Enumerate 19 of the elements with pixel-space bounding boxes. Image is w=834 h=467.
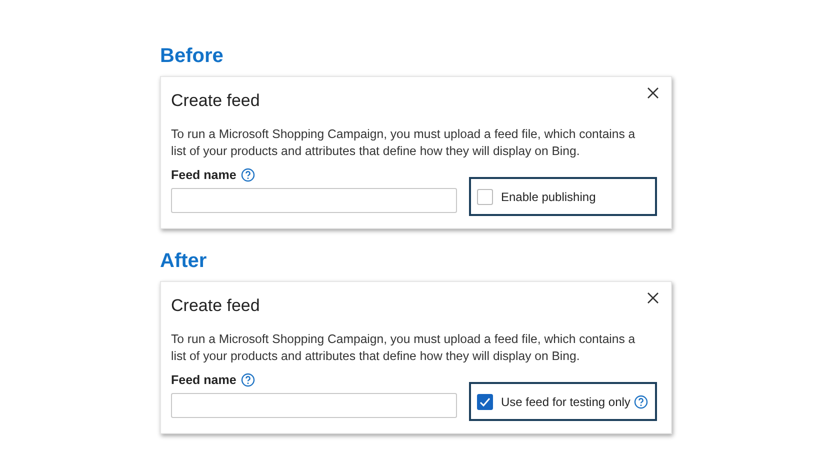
field-label: Feed name (171, 168, 236, 182)
help-icon[interactable] (241, 168, 256, 182)
dialog-title: Create feed (171, 295, 260, 317)
help-icon[interactable] (241, 373, 256, 387)
help-icon[interactable] (634, 394, 648, 408)
field-label: Feed name (171, 373, 236, 387)
close-icon[interactable] (647, 87, 659, 99)
dialog-description: To run a Microsoft Shopping Campaign, you must upload a feed file, which contains a list of your products and attributes that define how they will display on Bing. (171, 331, 636, 365)
checkbox-option[interactable]: Enable publishing (477, 188, 596, 204)
section-heading: After (160, 249, 208, 273)
section-heading: Before (160, 44, 224, 68)
close-icon[interactable] (647, 292, 659, 304)
dialog-description: To run a Microsoft Shopping Campaign, you must upload a feed file, which contains a list of your products and attributes that define how they will display on Bing. (171, 126, 636, 160)
checkbox[interactable] (477, 188, 493, 204)
feed-name-input[interactable] (171, 393, 457, 418)
checkbox[interactable] (477, 394, 493, 410)
checkbox-option[interactable]: Use feed for testing only (477, 394, 630, 410)
feed-name-input[interactable] (171, 188, 457, 213)
dialog-title: Create feed (171, 90, 260, 112)
